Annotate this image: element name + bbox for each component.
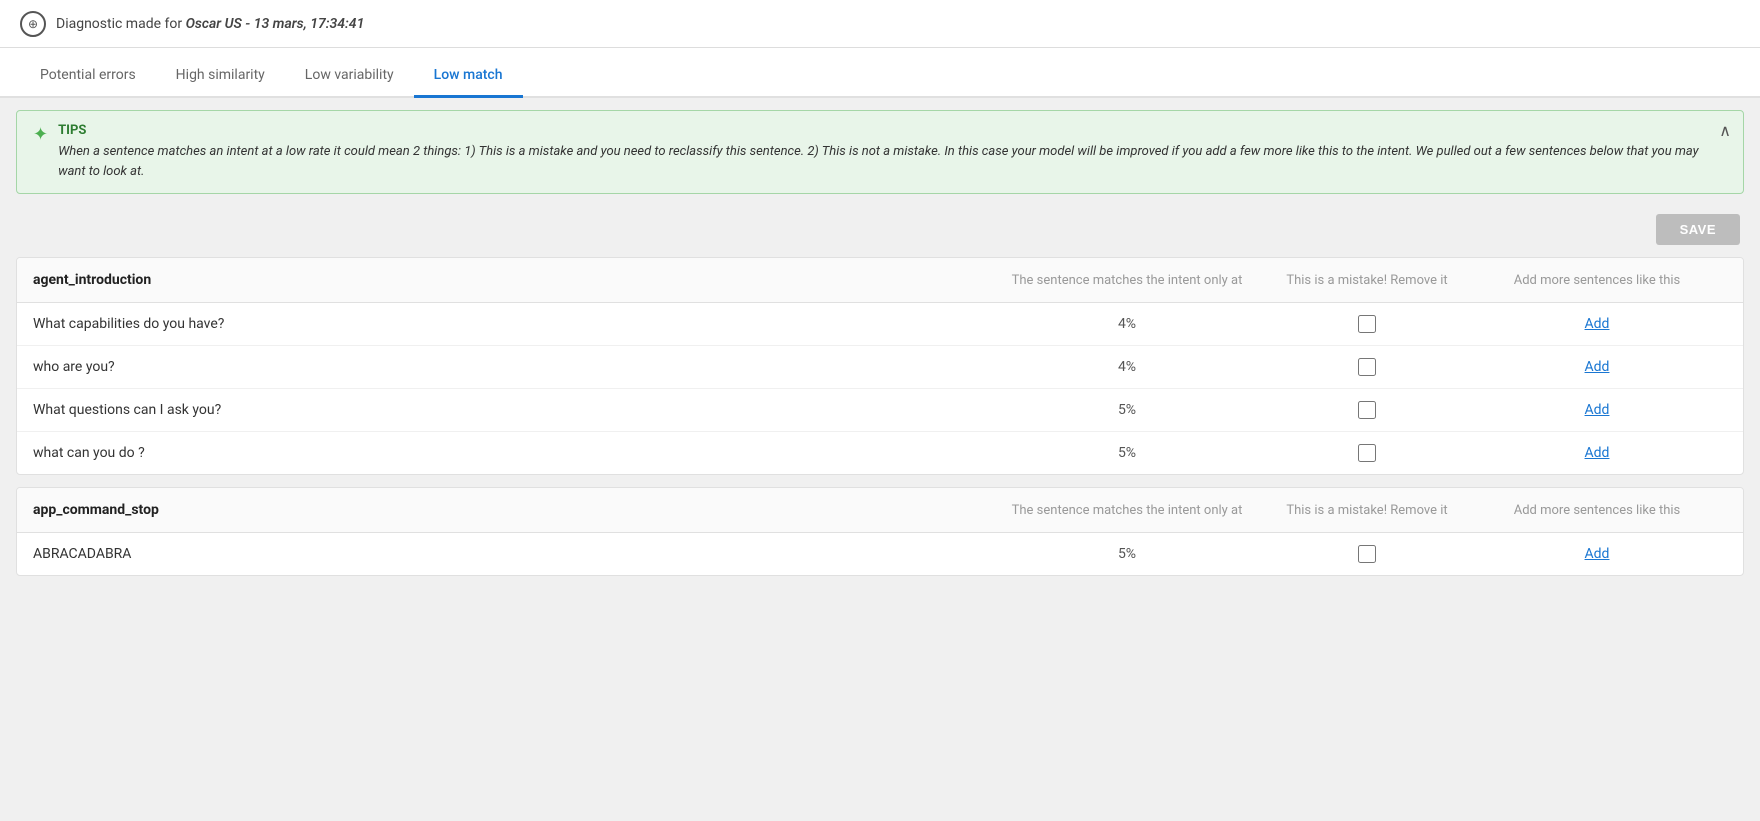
tips-content: TIPS When a sentence matches an intent a… xyxy=(58,123,1727,181)
col-header-match-agent: The sentence matches the intent only at xyxy=(987,273,1267,288)
add-link[interactable]: Add xyxy=(1467,546,1727,562)
mistake-checkbox-input[interactable] xyxy=(1358,315,1376,333)
tab-low-match[interactable]: Low match xyxy=(414,55,523,98)
top-bar: ⊕ Diagnostic made for Oscar US - 13 mars… xyxy=(0,0,1760,48)
intent-section-app-command-stop: app_command_stop The sentence matches th… xyxy=(16,487,1744,576)
mistake-checkbox[interactable] xyxy=(1267,545,1467,563)
save-row: SAVE xyxy=(0,206,1760,253)
mistake-checkbox-input[interactable] xyxy=(1358,358,1376,376)
table-row: who are you? 4% Add xyxy=(17,346,1743,389)
sentence-text: what can you do ? xyxy=(33,445,987,461)
col-header-mistake-app: This is a mistake! Remove it xyxy=(1267,503,1467,518)
mistake-checkbox[interactable] xyxy=(1267,444,1467,462)
col-header-add-agent: Add more sentences like this xyxy=(1467,273,1727,288)
table-row: What questions can I ask you? 5% Add xyxy=(17,389,1743,432)
match-percent: 5% xyxy=(987,546,1267,562)
save-button[interactable]: SAVE xyxy=(1656,214,1740,245)
tips-icon: ✦ xyxy=(33,124,48,145)
diagnostic-title: Diagnostic made for Oscar US - 13 mars, … xyxy=(56,16,364,32)
title-dynamic: Oscar US - 13 mars, 17:34:41 xyxy=(186,16,365,32)
sentence-text: ABRACADABRA xyxy=(33,546,987,562)
match-percent: 5% xyxy=(987,402,1267,418)
match-percent: 5% xyxy=(987,445,1267,461)
add-link[interactable]: Add xyxy=(1467,316,1727,332)
mistake-checkbox-input[interactable] xyxy=(1358,401,1376,419)
sentence-text: What questions can I ask you? xyxy=(33,402,987,418)
mistake-checkbox[interactable] xyxy=(1267,315,1467,333)
intent-name-agent-introduction: agent_introduction xyxy=(33,272,987,288)
mistake-checkbox-input[interactable] xyxy=(1358,545,1376,563)
add-link[interactable]: Add xyxy=(1467,402,1727,418)
tips-collapse-button[interactable]: ∧ xyxy=(1719,121,1731,140)
table-row: what can you do ? 5% Add xyxy=(17,432,1743,474)
tab-low-variability[interactable]: Low variability xyxy=(285,55,414,98)
mistake-checkbox[interactable] xyxy=(1267,401,1467,419)
tabs-bar: Potential errors High similarity Low var… xyxy=(0,48,1760,98)
sentence-text: who are you? xyxy=(33,359,987,375)
tab-potential-errors[interactable]: Potential errors xyxy=(20,55,156,98)
mistake-checkbox-input[interactable] xyxy=(1358,444,1376,462)
intent-name-app-command-stop: app_command_stop xyxy=(33,502,987,518)
main-content: ✦ TIPS When a sentence matches an intent… xyxy=(0,110,1760,801)
col-header-mistake-agent: This is a mistake! Remove it xyxy=(1267,273,1467,288)
tips-banner: ✦ TIPS When a sentence matches an intent… xyxy=(16,110,1744,194)
intent-section-agent-introduction: agent_introduction The sentence matches … xyxy=(16,257,1744,475)
add-link[interactable]: Add xyxy=(1467,445,1727,461)
match-percent: 4% xyxy=(987,316,1267,332)
diagnostic-icon: ⊕ xyxy=(20,11,46,37)
table-row: ABRACADABRA 5% Add xyxy=(17,533,1743,575)
intent-header-agent-introduction: agent_introduction The sentence matches … xyxy=(17,258,1743,303)
match-percent: 4% xyxy=(987,359,1267,375)
intent-header-app-command-stop: app_command_stop The sentence matches th… xyxy=(17,488,1743,533)
tips-title: TIPS xyxy=(58,123,1727,138)
col-header-match-app: The sentence matches the intent only at xyxy=(987,503,1267,518)
tab-high-similarity[interactable]: High similarity xyxy=(156,55,285,98)
mistake-checkbox[interactable] xyxy=(1267,358,1467,376)
add-link[interactable]: Add xyxy=(1467,359,1727,375)
tips-text: When a sentence matches an intent at a l… xyxy=(58,142,1727,181)
table-row: What capabilities do you have? 4% Add xyxy=(17,303,1743,346)
sentence-text: What capabilities do you have? xyxy=(33,316,987,332)
title-static: Diagnostic made for xyxy=(56,16,186,32)
col-header-add-app: Add more sentences like this xyxy=(1467,503,1727,518)
